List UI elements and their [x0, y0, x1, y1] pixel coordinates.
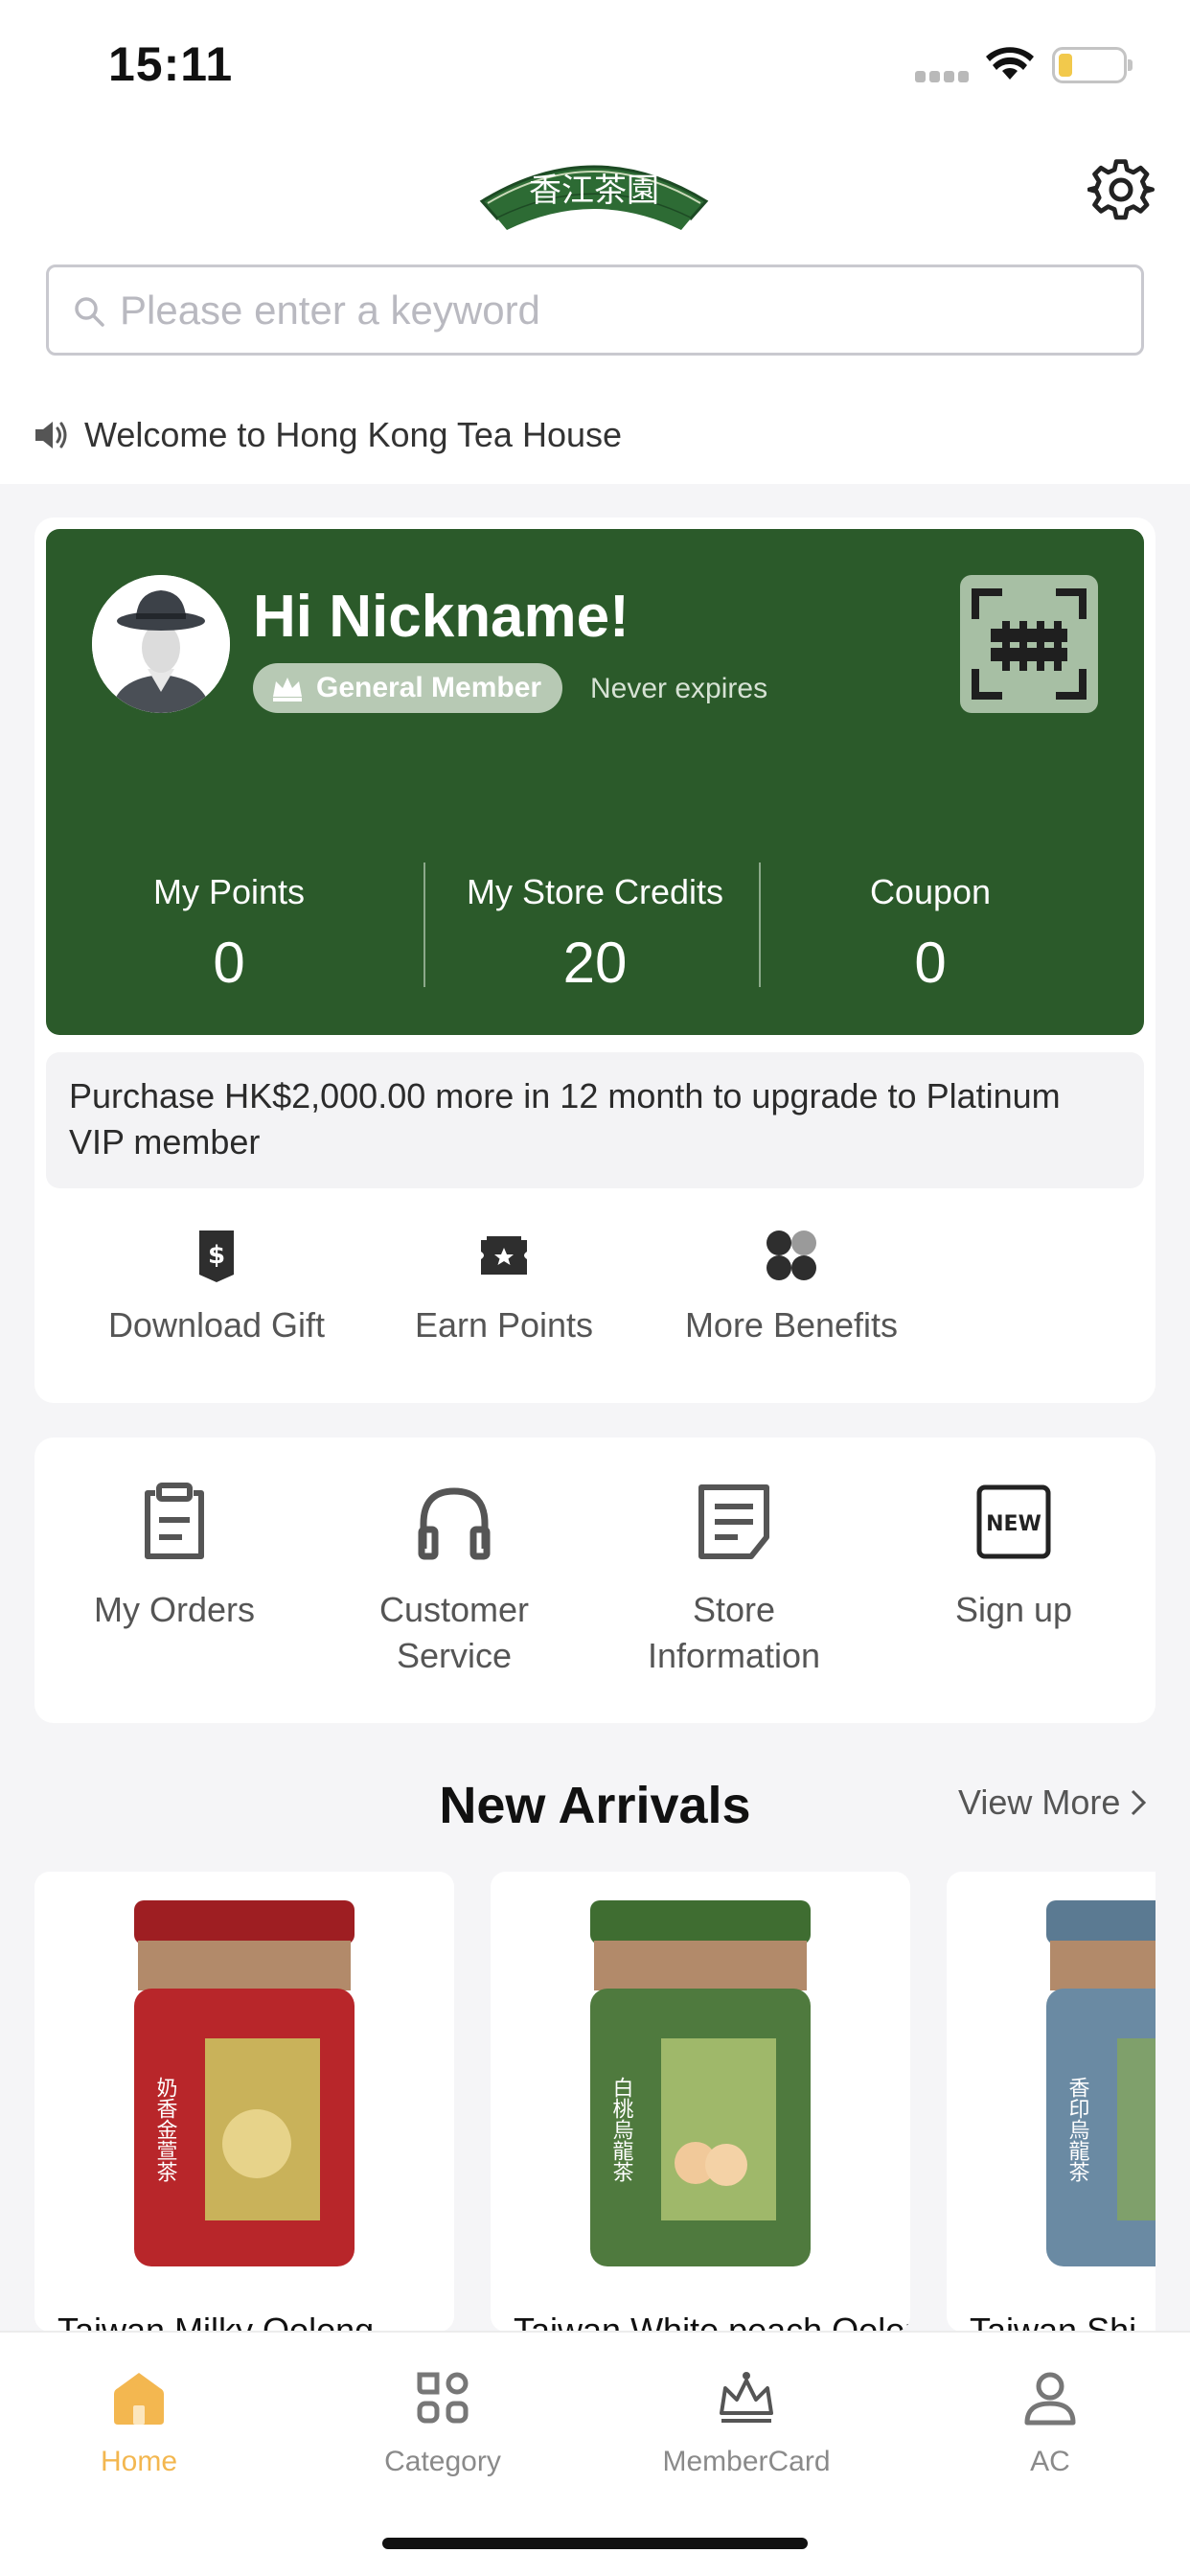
- logo-text: 香江茶園: [529, 172, 659, 210]
- search-input[interactable]: [120, 281, 1116, 340]
- member-greeting: Hi Nickname!: [253, 584, 629, 650]
- grid-four-icon: [767, 1230, 816, 1280]
- membership-level-text: General Member: [316, 672, 542, 703]
- category-grid-icon: [417, 2372, 469, 2424]
- header-area: 15:11 香江茶園 W: [0, 0, 1190, 484]
- speaker-icon: [35, 422, 67, 448]
- gift-voucher-icon: $: [199, 1230, 234, 1282]
- store-information-label: Store Information: [647, 1590, 821, 1675]
- wifi-icon: [986, 47, 1034, 80]
- coupon-value: 0: [914, 931, 947, 995]
- my-orders-button[interactable]: My Orders: [50, 1482, 299, 1692]
- crown-icon: [273, 678, 302, 702]
- my-orders-label: My Orders: [93, 1590, 255, 1629]
- product-card[interactable]: 香印烏龍茶 Taiwan Shi: [947, 1872, 1156, 2332]
- customer-service-label: Customer Service: [378, 1590, 530, 1675]
- battery-icon: [1052, 47, 1133, 83]
- barcode-scan-icon: [972, 588, 1087, 700]
- crown-icon: [720, 2372, 773, 2423]
- search-icon: [75, 297, 104, 327]
- sign-up-label: Sign up: [954, 1590, 1073, 1629]
- member-section: Hi Nickname! General Member Never expire…: [34, 518, 1156, 1403]
- avatar-image: [92, 575, 230, 713]
- home-indicator: [382, 2538, 808, 2549]
- document-icon: [698, 1484, 769, 1559]
- clipboard-icon: [145, 1483, 204, 1559]
- status-time: 15:11: [108, 37, 234, 91]
- store-credits-value: 20: [562, 931, 628, 995]
- earn-points-label: Earn Points: [414, 1305, 594, 1345]
- member-stats: My Points 0 My Store Credits 20 Coupon 0: [46, 862, 1144, 997]
- customer-service-button[interactable]: Customer Service: [330, 1482, 579, 1692]
- product-name: Taiwan White peach Oolong: [514, 2311, 910, 2332]
- product-image: 白桃烏龍茶: [590, 1900, 811, 2266]
- announcement-text: Welcome to Hong Kong Tea House: [84, 415, 623, 454]
- product-image: 奶香金萱茶: [134, 1900, 355, 2266]
- points-stat[interactable]: My Points 0: [61, 862, 397, 997]
- stats-divider: [759, 862, 761, 987]
- ticket-star-icon: [481, 1236, 527, 1275]
- tab-home[interactable]: Home: [19, 2354, 259, 2497]
- product-name: Taiwan Milky Oolong: [57, 2311, 375, 2332]
- brand-logo: 香江茶園: [479, 165, 709, 230]
- coupon-label: Coupon: [869, 872, 992, 911]
- settings-gear-icon[interactable]: [1087, 156, 1155, 223]
- view-more-link[interactable]: View More: [958, 1782, 1147, 1823]
- view-more-label: View More: [958, 1782, 1121, 1822]
- svg-text:NEW: NEW: [986, 1512, 1041, 1536]
- tab-category-label: Category: [384, 2446, 501, 2477]
- bottom-tab-bar: Home Category MemberCard AC: [0, 2331, 1190, 2576]
- tab-category[interactable]: Category: [323, 2354, 562, 2497]
- download-gift-label: Download Gift: [107, 1305, 326, 1345]
- tab-account[interactable]: AC: [930, 2354, 1170, 2497]
- home-icon: [114, 2373, 164, 2425]
- member-code-button[interactable]: [960, 575, 1098, 713]
- earn-points-button[interactable]: Earn Points: [379, 1227, 629, 1370]
- svg-text:$: $: [208, 1241, 225, 1270]
- upgrade-text: Purchase HK$2,000.00 more in 12 month to…: [69, 1076, 1061, 1162]
- product-card[interactable]: 白桃烏龍茶 Taiwan White peach Oolong: [491, 1872, 910, 2332]
- product-jar-label: 奶香金萱茶: [153, 2077, 178, 2182]
- search-bar[interactable]: [46, 264, 1144, 356]
- membership-expiry: Never expires: [590, 673, 768, 704]
- product-name: Taiwan Shi: [970, 2311, 1137, 2332]
- new-badge-icon: NEW: [976, 1484, 1051, 1559]
- product-jar-label: 白桃烏龍茶: [609, 2077, 634, 2182]
- upgrade-notice: Purchase HK$2,000.00 more in 12 month to…: [46, 1052, 1144, 1188]
- product-jar-label: 香印烏龍茶: [1065, 2077, 1090, 2182]
- membership-level-badge: General Member: [253, 663, 563, 713]
- status-bar: 15:11: [0, 0, 1190, 134]
- product-card[interactable]: 奶香金萱茶 Taiwan Milky Oolong: [34, 1872, 454, 2332]
- shortcut-grid: My Orders Customer Service Store Informa…: [34, 1438, 1156, 1723]
- points-value: 0: [213, 931, 245, 995]
- more-benefits-label: More Benefits: [684, 1305, 899, 1345]
- coupon-stat[interactable]: Coupon 0: [763, 862, 1098, 997]
- product-image: 香印烏龍茶: [1046, 1900, 1156, 2266]
- points-label: My Points: [152, 872, 306, 911]
- member-card: Hi Nickname! General Member Never expire…: [46, 529, 1144, 1035]
- more-benefits-button[interactable]: More Benefits: [667, 1227, 916, 1370]
- cellular-signal-icon: [915, 71, 971, 82]
- tab-home-label: Home: [100, 2446, 178, 2477]
- announcement-bar: Welcome to Hong Kong Tea House: [33, 414, 622, 456]
- stats-divider: [423, 862, 425, 987]
- store-credits-label: My Store Credits: [466, 872, 724, 911]
- headphones-icon: [418, 1487, 491, 1560]
- tab-membercard[interactable]: MemberCard: [627, 2354, 866, 2497]
- chevron-right-icon: [1132, 1789, 1147, 1816]
- tab-account-label: AC: [1030, 2446, 1070, 2477]
- download-gift-button[interactable]: $ Download Gift: [92, 1227, 341, 1370]
- avatar[interactable]: [92, 575, 230, 713]
- store-information-button[interactable]: Store Information: [609, 1482, 858, 1692]
- person-icon: [1024, 2372, 1076, 2426]
- sign-up-button[interactable]: NEW Sign up: [889, 1482, 1138, 1692]
- store-credits-stat[interactable]: My Store Credits 20: [427, 862, 763, 997]
- new-arrivals-carousel[interactable]: 奶香金萱茶 Taiwan Milky Oolong 白桃烏龍茶 Taiwan W…: [34, 1872, 1156, 2332]
- tab-membercard-label: MemberCard: [662, 2446, 831, 2477]
